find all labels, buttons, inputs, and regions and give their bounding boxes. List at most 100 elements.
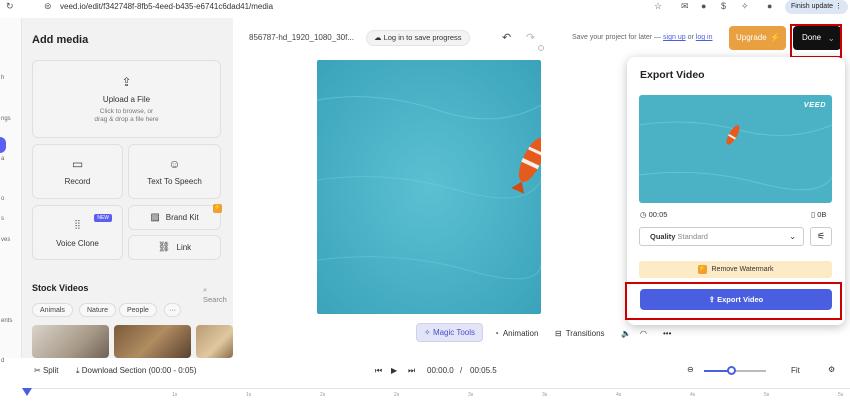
grammarly-icon[interactable]: ● [701,1,706,11]
skip-back-icon[interactable]: ⏮ [375,366,382,376]
voice-clone-card[interactable]: NEW ⦙⦙ Voice Clone [32,205,123,260]
stock-thumb[interactable] [114,325,191,358]
camera-icon: ▭ [71,157,84,171]
dollar-extension-icon[interactable]: $ [721,1,726,11]
upload-file-card[interactable]: ⇪ Upload a File Click to browse, or drag … [32,60,221,138]
login-to-save-button[interactable]: ☁ Log in to save progress [366,30,470,46]
ruler-tick-label: 5s [838,392,844,398]
upload-icon: ⇪ [121,74,132,89]
skip-forward-icon[interactable]: ⏭ [408,366,415,376]
add-media-panel: Add media ⇪ Upload a File Click to brows… [22,18,233,358]
timeline-settings-icon[interactable]: ⚙ [828,365,835,374]
text-to-speech-card[interactable]: ☺ Text To Speech [128,144,221,199]
extensions-icon[interactable]: ✧ [741,1,749,12]
clock-icon: ◷ [640,210,647,219]
magic-tools-button[interactable]: ✧ Magic Tools [416,323,484,342]
ruler-tick-label: 3s [542,392,548,398]
file-icon: ▯ [811,210,816,219]
reload-icon[interactable]: ↻ [6,1,14,12]
quality-select[interactable]: Quality Standard ⌄ [639,227,804,246]
brand-kit-label: Brand Kit [165,213,199,222]
split-button[interactable]: ✂ Split [34,366,59,375]
total-time: 00:05.5 [470,366,497,375]
rail-label[interactable]: ngs [1,116,11,122]
ruler-tick-label: 4s [616,392,622,398]
rail-label[interactable]: s [1,216,4,222]
ruler-tick-label: 5s [764,392,770,398]
stock-thumb[interactable] [196,325,233,358]
redo-icon[interactable]: ↷ [526,31,535,44]
bookmark-star-icon[interactable]: ☆ [654,1,662,12]
zoom-out-icon[interactable]: ⊖ [687,365,694,374]
record-card[interactable]: ▭ Record [32,144,123,199]
speed-icon[interactable]: ◠ [640,323,647,343]
upload-hint: Click to browse, or drag & drop a file he… [94,107,159,123]
save-project-text: Save your project for later — sign up or… [572,34,713,41]
rail-label[interactable]: ents [1,318,12,324]
cloud-icon: ☁ [374,33,382,42]
rail-label[interactable]: ves [1,237,10,243]
rail-label[interactable]: d [1,358,4,364]
scissors-icon: ✂ [34,366,41,375]
stock-videos-title: Stock Videos [32,283,89,293]
preview-frame [639,95,832,203]
stock-thumb[interactable] [32,325,109,358]
link-label: Link [176,243,192,252]
volume-icon[interactable]: 🔈 [621,323,631,343]
site-info-icon[interactable]: ⊜ [44,1,52,12]
sign-up-link[interactable]: sign up [663,34,686,41]
mail-icon[interactable]: ✉ [681,1,689,12]
chips-more-button[interactable]: ··· [164,303,181,317]
rail-label[interactable]: a [1,156,4,162]
upload-label: Upload a File [102,94,151,104]
undo-icon[interactable]: ↶ [502,31,511,44]
download-section-button[interactable]: ⤓ Download Section (00:00 - 0:05) [76,366,197,376]
rail-label[interactable]: o [1,196,4,202]
done-button[interactable]: Done ⌄ [793,26,841,50]
finish-update-button[interactable]: Finish update ⋮ [785,0,848,14]
fit-button[interactable]: Fit [791,366,800,375]
timeline-ruler[interactable]: 1s 1s 2s 2s 3s 3s 4s 4s 5s 5s [22,388,850,402]
duration-info: ◷ 00:05 [640,210,668,219]
upgrade-button[interactable]: Upgrade ⚡ [729,26,786,50]
remove-watermark-button[interactable]: ⚡ Remove Watermark [639,261,832,278]
export-preview: VEED [639,95,832,203]
link-card[interactable]: ⛓ Link [128,235,221,260]
settings-sliders-button[interactable]: ⚟ [810,227,832,246]
chip-nature[interactable]: Nature [79,303,117,317]
log-in-link[interactable]: log in [696,34,713,41]
ruler-tick-label: 3s [468,392,474,398]
transitions-icon: ⊟ [555,328,562,338]
animation-button[interactable]: ◔ Animation [494,323,538,343]
download-icon: ⤓ [76,366,80,375]
brand-kit-card[interactable]: ▨ Brand Kit [128,205,221,230]
waveform-icon: ⦙⦙ [74,217,81,232]
link-icon: ⛓ [157,242,171,253]
search-icon: ⌕ [203,285,208,294]
rotate-handle[interactable] [538,45,544,51]
play-icon[interactable]: ▶ [391,366,397,375]
chip-people[interactable]: People [119,303,157,317]
stock-search-button[interactable]: ⌕ Search [203,285,233,304]
left-rail: h ngs a o s ves ents d [0,18,22,364]
more-options-icon[interactable]: ••• [663,323,671,343]
playhead[interactable] [22,388,32,396]
video-canvas[interactable] [317,60,541,314]
rail-label[interactable]: h [1,75,4,81]
brand-kit-icon: ▨ [150,212,160,223]
profile-avatar[interactable]: ● [767,1,772,11]
transitions-button[interactable]: ⊟ Transitions [555,323,605,343]
ruler-tick-label: 2s [320,392,326,398]
ruler-tick-label: 2s [394,392,400,398]
ruler-tick-label: 1s [172,392,178,398]
animation-icon: ◔ [494,328,499,338]
magic-wand-icon: ✧ [424,328,431,337]
project-filename[interactable]: 856787-hd_1920_1080_30f... [249,33,354,42]
speech-icon: ☺ [168,157,181,171]
rail-active-indicator [0,137,6,153]
address-bar[interactable]: veed.io/edit/f342748f-8fb5-4eed-b435-e67… [60,2,273,11]
sliders-icon: ⚟ [816,231,826,241]
export-video-button[interactable]: ⇪ Export Video [640,289,832,310]
chip-animals[interactable]: Animals [32,303,73,317]
current-time: 00:00.0 [427,366,454,375]
